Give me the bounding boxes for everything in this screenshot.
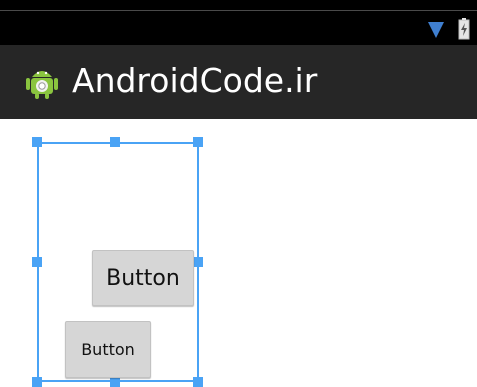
app-title: AndroidCode.ir bbox=[72, 61, 318, 100]
button-2[interactable]: Button bbox=[65, 321, 151, 378]
status-bar bbox=[0, 0, 477, 45]
action-bar: AndroidCode.ir bbox=[0, 45, 477, 119]
status-bar-divider bbox=[0, 10, 477, 11]
resize-handle-top-center[interactable] bbox=[110, 137, 120, 147]
resize-handle-middle-right[interactable] bbox=[193, 257, 203, 267]
resize-handle-top-left[interactable] bbox=[32, 137, 42, 147]
resize-handle-bottom-left[interactable] bbox=[32, 377, 42, 387]
wifi-icon bbox=[428, 22, 444, 38]
battery-icon bbox=[458, 18, 470, 40]
resize-handle-bottom-right[interactable] bbox=[193, 377, 203, 387]
resize-handle-bottom-center[interactable] bbox=[110, 377, 120, 387]
resize-handle-middle-left[interactable] bbox=[32, 257, 42, 267]
resize-handle-top-right[interactable] bbox=[193, 137, 203, 147]
android-robot-icon[interactable] bbox=[22, 61, 62, 101]
button-1[interactable]: Button bbox=[92, 250, 194, 306]
